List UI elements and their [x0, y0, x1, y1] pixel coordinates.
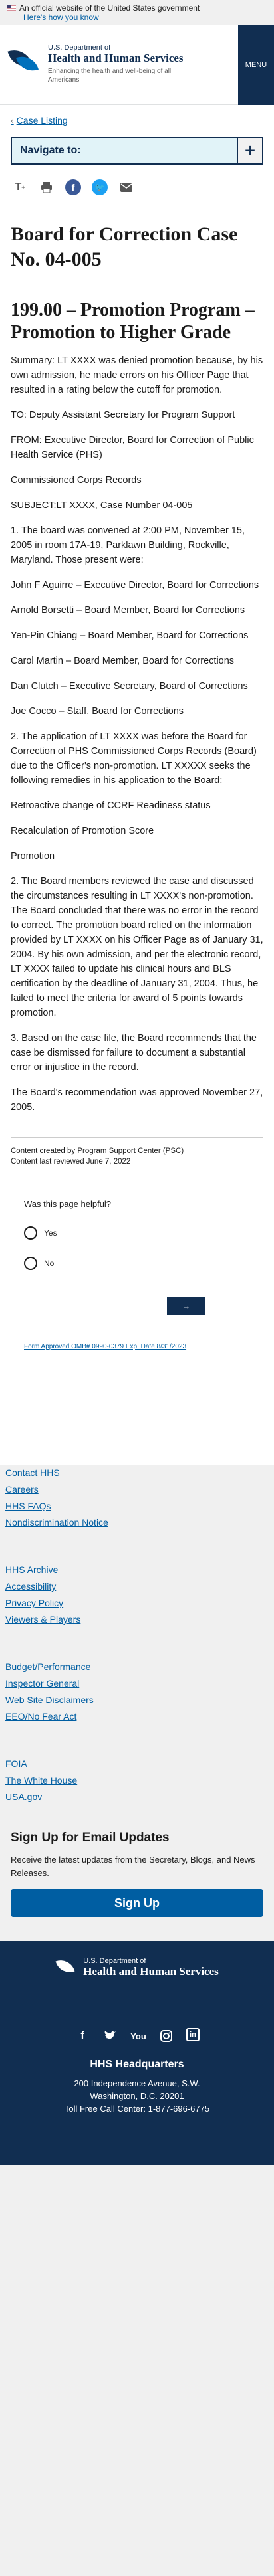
footer-link[interactable]: Careers — [5, 1481, 269, 1498]
hhs-logo[interactable]: U.S. Department of Health and Human Serv… — [7, 44, 184, 84]
yes-label: Yes — [44, 1228, 57, 1238]
twitter-icon[interactable]: 🐦 — [92, 179, 108, 195]
tagline: Enhancing the health and well-being of a… — [48, 68, 172, 84]
menu-button[interactable]: MENU — [238, 25, 274, 105]
footer-link[interactable]: Budget/Performance — [5, 1659, 269, 1675]
email-signup: Sign Up for Email Updates Receive the la… — [0, 1831, 274, 1917]
youtube-icon[interactable]: You — [130, 2028, 146, 2044]
email-icon[interactable] — [118, 179, 134, 195]
paragraph: The Board's recommendation was approved … — [11, 1087, 263, 1113]
official-gov-banner: An official website of the United States… — [0, 0, 274, 25]
paragraph: John F Aguirre – Executive Director, Boa… — [11, 580, 259, 591]
twitter-icon[interactable] — [102, 2028, 118, 2044]
paragraph: Retroactive change of CCRF Readiness sta… — [11, 800, 211, 811]
no-label: No — [44, 1259, 55, 1268]
feedback-option-no[interactable]: No — [24, 1257, 250, 1270]
feedback-form: Was this page helpful? Yes No → Form App… — [11, 1199, 263, 1350]
last-reviewed: Content last reviewed June 7, 2022 — [11, 1158, 131, 1166]
footer-link[interactable]: HHS Archive — [5, 1562, 269, 1578]
paragraph: Dan Clutch – Executive Secretary, Board … — [11, 681, 248, 691]
radio-yes[interactable] — [24, 1226, 37, 1240]
expand-icon[interactable]: + — [237, 138, 262, 163]
signup-button[interactable]: Sign Up — [11, 1889, 263, 1917]
footer-link[interactable]: Viewers & Players — [5, 1611, 269, 1628]
footer-link[interactable]: Accessibility — [5, 1578, 269, 1595]
paragraph: 2. The Board members reviewed the case a… — [11, 876, 263, 1018]
footer-identity: U.S. Department of Health and Human Serv… — [0, 1941, 274, 2165]
navigate-to-accordion[interactable]: Navigate to: + — [11, 137, 263, 165]
footer-link[interactable]: Inspector General — [5, 1675, 269, 1692]
feedback-option-yes[interactable]: Yes — [24, 1226, 250, 1240]
paragraph: Joe Cocco – Staff, Board for Corrections — [11, 706, 184, 717]
hq-address: 200 Independence Avenue, S.W. Washington… — [0, 2077, 274, 2115]
dept-name: Health and Human Services — [48, 52, 184, 64]
footer-links: Contact HHS Careers HHS FAQs Nondiscrimi… — [0, 1465, 274, 1805]
case-body: Summary: LT XXXX was denied promotion be… — [11, 353, 263, 1115]
linkedin-icon[interactable]: in — [186, 2028, 200, 2041]
facebook-icon[interactable]: f — [65, 179, 81, 195]
hhs-eagle-icon — [7, 44, 44, 78]
footer-link[interactable]: Web Site Disclaimers — [5, 1692, 269, 1708]
paragraph: SUBJECT:LT XXXX, Case Number 04-005 — [11, 500, 193, 511]
footer-dept-line: U.S. Department of — [83, 1957, 146, 1965]
footer-dept-name: Health and Human Services — [83, 1965, 219, 1978]
content-meta: Content created by Program Support Cente… — [11, 1137, 263, 1167]
omb-notice-link[interactable]: Form Approved OMB# 0990-0379 Exp. Date 8… — [24, 1343, 250, 1350]
paragraph: Promotion — [11, 851, 55, 862]
paragraph: 2. The application of LT XXXX was before… — [11, 731, 257, 786]
site-footer: Contact HHS Careers HHS FAQs Nondiscrimi… — [0, 1465, 274, 2576]
hhs-eagle-icon — [55, 1956, 79, 1979]
feedback-submit-button[interactable]: → — [167, 1297, 206, 1315]
created-by: Content created by Program Support Cente… — [11, 1147, 184, 1155]
footer-link[interactable]: Nondiscrimination Notice — [5, 1515, 269, 1531]
social-links: f You in — [0, 2028, 274, 2044]
paragraph: 3. Based on the case file, the Board rec… — [11, 1033, 257, 1073]
footer-link[interactable]: Contact HHS — [5, 1465, 269, 1481]
instagram-icon[interactable] — [158, 2028, 174, 2044]
hq-title: HHS Headquarters — [90, 2059, 184, 2070]
page-subtitle: 199.00 – Promotion Program – Promotion t… — [11, 300, 255, 343]
paragraph: Commissioned Corps Records — [11, 475, 142, 486]
paragraph: Arnold Borsetti – Board Member, Board fo… — [11, 605, 245, 616]
breadcrumb-link[interactable]: Case Listing — [17, 115, 68, 126]
footer-link[interactable]: EEO/No Fear Act — [5, 1708, 269, 1725]
radio-no[interactable] — [24, 1257, 37, 1270]
footer-link[interactable]: FOIA — [5, 1756, 269, 1772]
heres-how-you-know-link[interactable]: Here's how you know — [23, 13, 267, 22]
dept-line: U.S. Department of — [48, 44, 111, 52]
chevron-left-icon: ‹ — [11, 115, 14, 126]
footer-link[interactable]: USA.gov — [5, 1789, 269, 1805]
footer-link[interactable]: Privacy Policy — [5, 1595, 269, 1611]
address-line-1: 200 Independence Avenue, S.W. — [74, 2078, 200, 2088]
paragraph: TO: Deputy Assistant Secretary for Progr… — [11, 410, 235, 420]
paragraph: Yen-Pin Chiang – Board Member, Board for… — [11, 630, 249, 641]
official-text: An official website of the United States… — [19, 3, 200, 13]
us-flag-icon — [7, 5, 16, 11]
paragraph: 1. The board was convened at 2:00 PM, No… — [11, 525, 245, 565]
breadcrumb[interactable]: ‹ Case Listing — [0, 105, 274, 136]
share-toolbar: T + f 🐦 — [0, 165, 274, 218]
feedback-question: Was this page helpful? — [24, 1199, 112, 1209]
page-title: Board for Correction Case No. 04-005 — [11, 223, 238, 270]
toll-free-line: Toll Free Call Center: 1-877-696-6775 — [64, 2104, 210, 2114]
site-header: U.S. Department of Health and Human Serv… — [0, 25, 274, 105]
footer-hhs-logo[interactable]: U.S. Department of Health and Human Serv… — [55, 1956, 219, 1979]
paragraph: Carol Martin – Board Member, Board for C… — [11, 656, 235, 666]
footer-link[interactable]: The White House — [5, 1772, 269, 1789]
text-size-icon[interactable]: T + — [12, 179, 28, 195]
signup-text: Receive the latest updates from the Secr… — [11, 1855, 255, 1878]
printer-icon[interactable] — [39, 179, 55, 195]
paragraph: Recalculation of Promotion Score — [11, 826, 154, 836]
facebook-icon[interactable]: f — [74, 2028, 90, 2044]
address-line-2: Washington, D.C. 20201 — [90, 2091, 184, 2101]
navigate-to-label: Navigate to: — [20, 145, 81, 156]
paragraph: Summary: LT XXXX was denied promotion be… — [11, 355, 263, 395]
footer-link[interactable]: HHS FAQs — [5, 1498, 269, 1515]
signup-title: Sign Up for Email Updates — [11, 1831, 170, 1845]
paragraph: FROM: Executive Director, Board for Corr… — [11, 435, 254, 460]
